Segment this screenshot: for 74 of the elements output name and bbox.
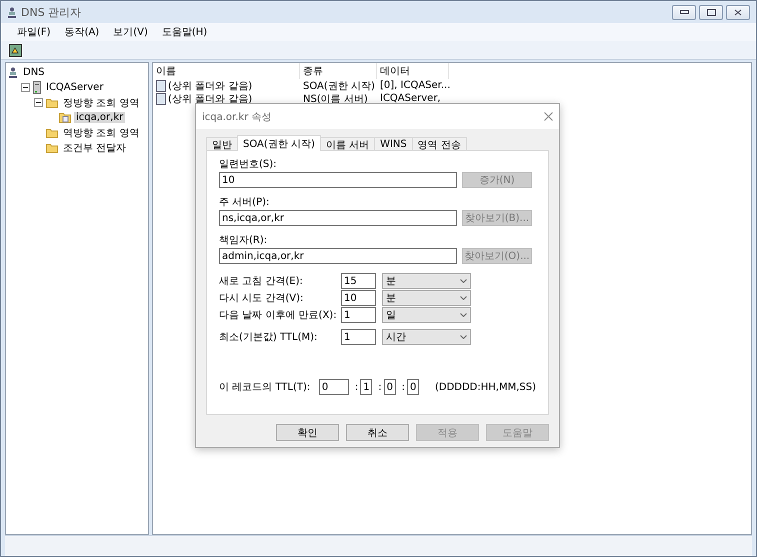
- ttl-field[interactable]: 1: [360, 379, 372, 395]
- close-icon: [734, 8, 742, 16]
- number-field[interactable]: 1: [341, 329, 376, 345]
- tree-item[interactable]: DNS: [21, 67, 47, 78]
- maximize-button[interactable]: [699, 4, 723, 20]
- tree-item[interactable]: 역방향 조회 영역: [61, 126, 142, 140]
- dialog-button[interactable]: 취소: [346, 424, 409, 441]
- number-field[interactable]: 15: [341, 273, 376, 289]
- folder-icon: [46, 98, 58, 108]
- menu-item[interactable]: 도움말(H): [162, 25, 208, 39]
- tab[interactable]: 일반: [206, 137, 238, 151]
- number-field[interactable]: 1: [341, 307, 376, 323]
- menu-item[interactable]: 동작(A): [64, 25, 100, 39]
- menu-item[interactable]: 파일(F): [17, 25, 51, 39]
- record-icon: [156, 92, 166, 104]
- tree-item[interactable]: 조건부 전달자: [61, 140, 128, 154]
- ttl-field[interactable]: 0: [406, 379, 419, 395]
- list-cell-text: SOA(권한 시작): [303, 80, 375, 92]
- chevron-icon: [460, 279, 467, 283]
- window-title: DNS 관리자: [21, 4, 82, 20]
- tab[interactable]: SOA(권한 시작): [237, 135, 321, 151]
- tab[interactable]: 이름 서버: [320, 137, 376, 151]
- record-icon: [156, 80, 166, 92]
- separator: :: [354, 382, 358, 392]
- tree-item[interactable]: ICQAServer: [44, 82, 106, 93]
- chevron-icon: [460, 335, 467, 339]
- folder-icon: [46, 142, 58, 152]
- dialog-button[interactable]: 확인: [276, 424, 339, 441]
- ttl-field[interactable]: 0: [384, 379, 396, 395]
- unit-dropdown[interactable]: 분: [382, 290, 471, 306]
- dialog-title: icqa.or.kr 속성: [202, 110, 272, 124]
- list-cell: ICQAServer,: [380, 93, 441, 104]
- expander-icon[interactable]: [21, 83, 30, 92]
- list-cell-text: NS(이름 서버): [303, 92, 368, 106]
- maximize-icon: [706, 8, 716, 16]
- network-icon: [7, 6, 17, 18]
- column-header[interactable]: 데이터: [377, 63, 449, 79]
- interval-label: 최소(기본값) TTL(M):: [219, 331, 318, 344]
- separator: :: [378, 382, 382, 392]
- ttl-field[interactable]: 0: [318, 379, 349, 395]
- interval-label: 새로 고침 간격(E):: [219, 275, 304, 288]
- list-cell-text: (상위 폴더와 같음): [168, 80, 252, 92]
- interval-label: 다시 시도 간격(V):: [219, 292, 304, 305]
- field-label: 일련번호(S):: [219, 158, 278, 171]
- field-label: 책임자(R):: [219, 234, 268, 247]
- interval-label: 다음 날짜 이후에 만료(X):: [219, 309, 338, 322]
- separator: :: [402, 382, 405, 392]
- chevron-icon: [460, 313, 467, 317]
- unit-dropdown[interactable]: 일: [382, 307, 471, 323]
- list-cell-text: (상위 폴더와 같음): [168, 92, 252, 106]
- tree-item[interactable]: 정방향 조회 영역: [61, 96, 142, 110]
- tab[interactable]: 영역 전송: [412, 137, 467, 151]
- minimize-button[interactable]: [672, 4, 696, 20]
- list-cell: [0], ICQASer...: [380, 80, 450, 91]
- network-icon: [8, 67, 18, 78]
- close-button[interactable]: [726, 4, 750, 20]
- server-icon: [33, 81, 41, 94]
- format-hint: (DDDDD:HH,MM,SS): [434, 382, 536, 392]
- unit-dropdown[interactable]: 분: [382, 273, 471, 289]
- ttl-label: 이 레코드의 TTL(T):: [219, 381, 312, 394]
- column-header[interactable]: 이름: [153, 63, 300, 79]
- column-header[interactable]: 종류: [300, 63, 377, 79]
- minimize-icon: [680, 10, 688, 14]
- zone-folder-icon: [59, 112, 71, 123]
- tree-item[interactable]: icqa,or,kr: [74, 112, 126, 123]
- number-field[interactable]: 10: [341, 290, 376, 306]
- field-label: 주 서버(P):: [219, 196, 270, 209]
- expander-icon[interactable]: [34, 98, 43, 107]
- close-icon[interactable]: [544, 112, 553, 121]
- unit-dropdown[interactable]: 시간: [382, 329, 471, 345]
- toolbar-icon[interactable]: [9, 44, 22, 56]
- chevron-icon: [460, 296, 467, 300]
- menu-item[interactable]: 보기(V): [113, 25, 148, 39]
- folder-icon: [46, 128, 58, 138]
